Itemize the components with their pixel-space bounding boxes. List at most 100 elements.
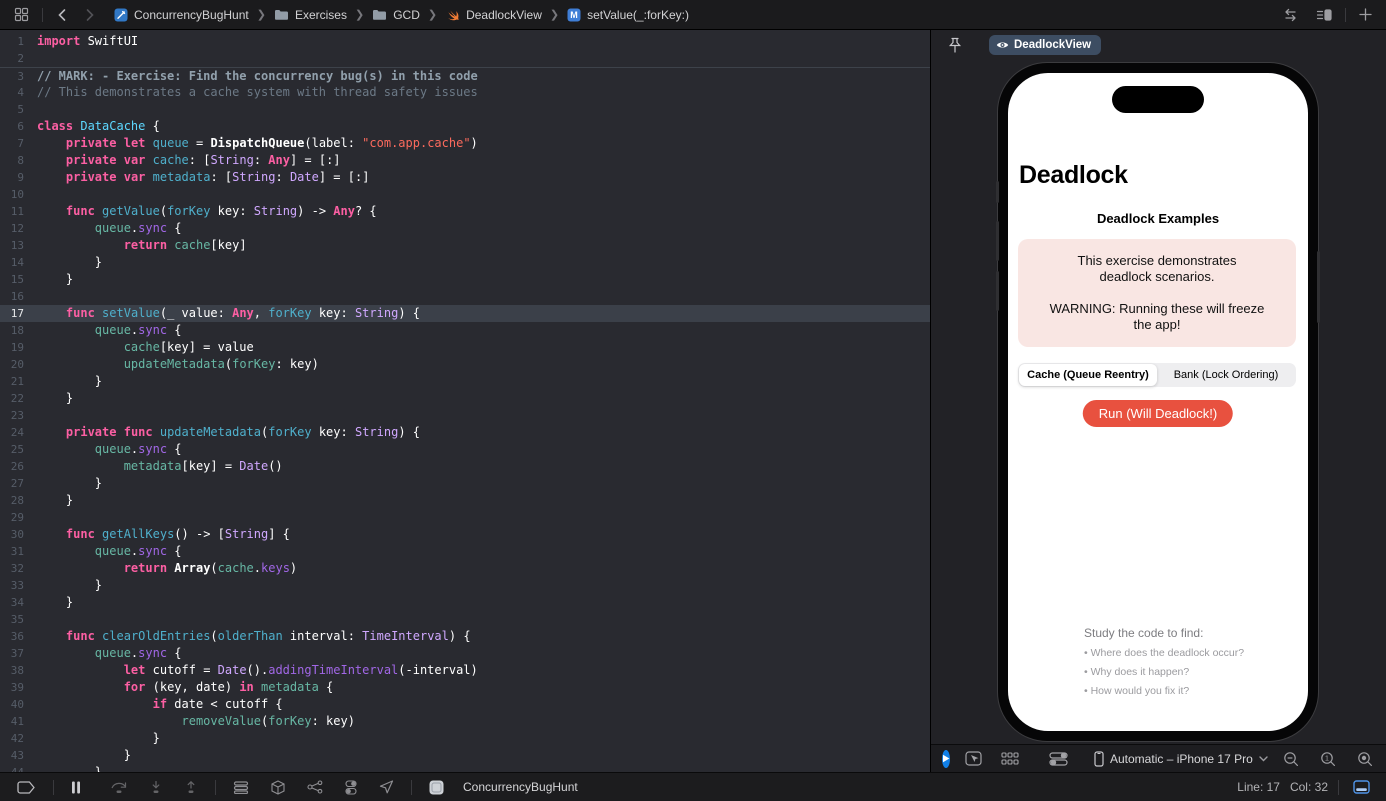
line-number[interactable]: 26 bbox=[0, 458, 37, 475]
forward-icon[interactable] bbox=[80, 8, 100, 22]
code-line[interactable]: 42 } bbox=[0, 730, 930, 747]
code-editor[interactable]: 1import SwiftUI23// MARK: - Exercise: Fi… bbox=[0, 30, 930, 772]
code-line[interactable]: 17 func setValue(_ value: Any, forKey ke… bbox=[0, 305, 930, 322]
code-line[interactable]: 15 } bbox=[0, 271, 930, 288]
line-number[interactable]: 23 bbox=[0, 407, 37, 424]
line-number[interactable]: 24 bbox=[0, 424, 37, 441]
breadcrumb-file-deadlockview[interactable]: DeadlockView bbox=[445, 8, 542, 22]
code-line[interactable]: 40 if date < cutoff { bbox=[0, 696, 930, 713]
code-line[interactable]: 20 updateMetadata(forKey: key) bbox=[0, 356, 930, 373]
running-app-icon[interactable] bbox=[425, 780, 448, 795]
line-number[interactable]: 44 bbox=[0, 764, 37, 772]
code-line[interactable]: 37 queue.sync { bbox=[0, 645, 930, 662]
code-line[interactable]: 38 let cutoff = Date().addingTimeInterva… bbox=[0, 662, 930, 679]
code-line[interactable]: 16 bbox=[0, 288, 930, 305]
line-number[interactable]: 8 bbox=[0, 152, 37, 169]
line-number[interactable]: 7 bbox=[0, 135, 37, 152]
line-number[interactable]: 42 bbox=[0, 730, 37, 747]
segment-cache[interactable]: Cache (Queue Reentry) bbox=[1019, 364, 1157, 386]
segment-bank[interactable]: Bank (Lock Ordering) bbox=[1157, 364, 1295, 386]
code-line[interactable]: 11 func getValue(forKey key: String) -> … bbox=[0, 203, 930, 220]
line-number[interactable]: 3 bbox=[0, 68, 37, 84]
code-line[interactable]: 1import SwiftUI bbox=[0, 33, 930, 50]
memory-graph-icon[interactable] bbox=[303, 780, 327, 794]
code-line[interactable]: 21 } bbox=[0, 373, 930, 390]
device-chooser[interactable]: Automatic – iPhone 17 Pro bbox=[1094, 751, 1268, 767]
run-button[interactable]: Run (Will Deadlock!) bbox=[1083, 400, 1233, 427]
code-line[interactable]: 4// This demonstrates a cache system wit… bbox=[0, 84, 930, 101]
line-number[interactable]: 12 bbox=[0, 220, 37, 237]
code-line[interactable]: 36 func clearOldEntries(olderThan interv… bbox=[0, 628, 930, 645]
line-number[interactable]: 20 bbox=[0, 356, 37, 373]
running-app-name[interactable]: ConcurrencyBugHunt bbox=[463, 780, 578, 794]
line-number[interactable]: 22 bbox=[0, 390, 37, 407]
line-number[interactable]: 36 bbox=[0, 628, 37, 645]
code-line[interactable]: 18 queue.sync { bbox=[0, 322, 930, 339]
line-number[interactable]: 14 bbox=[0, 254, 37, 271]
breadcrumb-project[interactable]: ConcurrencyBugHunt bbox=[114, 8, 249, 22]
code-review-icon[interactable] bbox=[1278, 8, 1303, 22]
code-line[interactable]: 3// MARK: - Exercise: Find the concurren… bbox=[0, 67, 930, 84]
code-line[interactable]: 32 return Array(cache.keys) bbox=[0, 560, 930, 577]
environment-overrides-icon[interactable] bbox=[340, 780, 362, 795]
step-into-icon[interactable] bbox=[145, 781, 167, 794]
line-number[interactable]: 11 bbox=[0, 203, 37, 220]
code-line[interactable]: 2 bbox=[0, 50, 930, 67]
line-number[interactable]: 30 bbox=[0, 526, 37, 543]
zoom-fit-button[interactable] bbox=[1353, 751, 1377, 767]
device-settings-button[interactable] bbox=[1045, 752, 1072, 766]
pin-icon[interactable] bbox=[944, 37, 966, 54]
step-out-icon[interactable] bbox=[180, 781, 202, 794]
line-number[interactable]: 5 bbox=[0, 101, 37, 118]
code-line[interactable]: 14 } bbox=[0, 254, 930, 271]
code-line[interactable]: 41 removeValue(forKey: key) bbox=[0, 713, 930, 730]
code-line[interactable]: 39 for (key, date) in metadata { bbox=[0, 679, 930, 696]
line-number[interactable]: 34 bbox=[0, 594, 37, 611]
code-line[interactable]: 34 } bbox=[0, 594, 930, 611]
line-number[interactable]: 17 bbox=[0, 305, 37, 322]
line-number[interactable]: 31 bbox=[0, 543, 37, 560]
preview-tab-deadlockview[interactable]: DeadlockView bbox=[989, 35, 1101, 55]
line-number[interactable]: 39 bbox=[0, 679, 37, 696]
related-items-icon[interactable] bbox=[10, 7, 33, 22]
view-hierarchy-icon[interactable] bbox=[229, 781, 253, 794]
line-number[interactable]: 35 bbox=[0, 611, 37, 628]
code-line[interactable]: 10 bbox=[0, 186, 930, 203]
line-number[interactable]: 6 bbox=[0, 118, 37, 135]
code-line[interactable]: 26 metadata[key] = Date() bbox=[0, 458, 930, 475]
line-number[interactable]: 37 bbox=[0, 645, 37, 662]
code-line[interactable]: 24 private func updateMetadata(forKey ke… bbox=[0, 424, 930, 441]
line-number[interactable]: 2 bbox=[0, 50, 37, 67]
code-line[interactable]: 29 bbox=[0, 509, 930, 526]
code-line[interactable]: 25 queue.sync { bbox=[0, 441, 930, 458]
line-number[interactable]: 25 bbox=[0, 441, 37, 458]
code-line[interactable]: 19 cache[key] = value bbox=[0, 339, 930, 356]
add-editor-icon[interactable] bbox=[1355, 8, 1376, 21]
code-line[interactable]: 33 } bbox=[0, 577, 930, 594]
breadcrumb-symbol-setvalue[interactable]: M setValue(_:forKey:) bbox=[567, 8, 689, 22]
code-line[interactable]: 23 bbox=[0, 407, 930, 424]
simulate-location-icon[interactable] bbox=[375, 780, 398, 794]
code-line[interactable]: 27 } bbox=[0, 475, 930, 492]
line-number[interactable]: 13 bbox=[0, 237, 37, 254]
code-line[interactable]: 44 } bbox=[0, 764, 930, 772]
debug-view-3d-icon[interactable] bbox=[266, 780, 290, 795]
breadcrumb-folder-exercises[interactable]: Exercises bbox=[274, 8, 347, 22]
line-number[interactable]: 28 bbox=[0, 492, 37, 509]
code-line[interactable]: 13 return cache[key] bbox=[0, 237, 930, 254]
code-line[interactable]: 35 bbox=[0, 611, 930, 628]
line-number[interactable]: 19 bbox=[0, 339, 37, 356]
code-line[interactable]: 6class DataCache { bbox=[0, 118, 930, 135]
code-line[interactable]: 43 } bbox=[0, 747, 930, 764]
breakpoints-toggle-icon[interactable] bbox=[12, 781, 40, 794]
line-number[interactable]: 1 bbox=[0, 33, 37, 50]
code-line[interactable]: 8 private var cache: [String: Any] = [:] bbox=[0, 152, 930, 169]
line-number[interactable]: 29 bbox=[0, 509, 37, 526]
line-number[interactable]: 9 bbox=[0, 169, 37, 186]
line-number[interactable]: 38 bbox=[0, 662, 37, 679]
zoom-out-button[interactable] bbox=[1279, 751, 1303, 767]
line-number[interactable]: 43 bbox=[0, 747, 37, 764]
line-number[interactable]: 33 bbox=[0, 577, 37, 594]
line-number[interactable]: 18 bbox=[0, 322, 37, 339]
line-number[interactable]: 32 bbox=[0, 560, 37, 577]
